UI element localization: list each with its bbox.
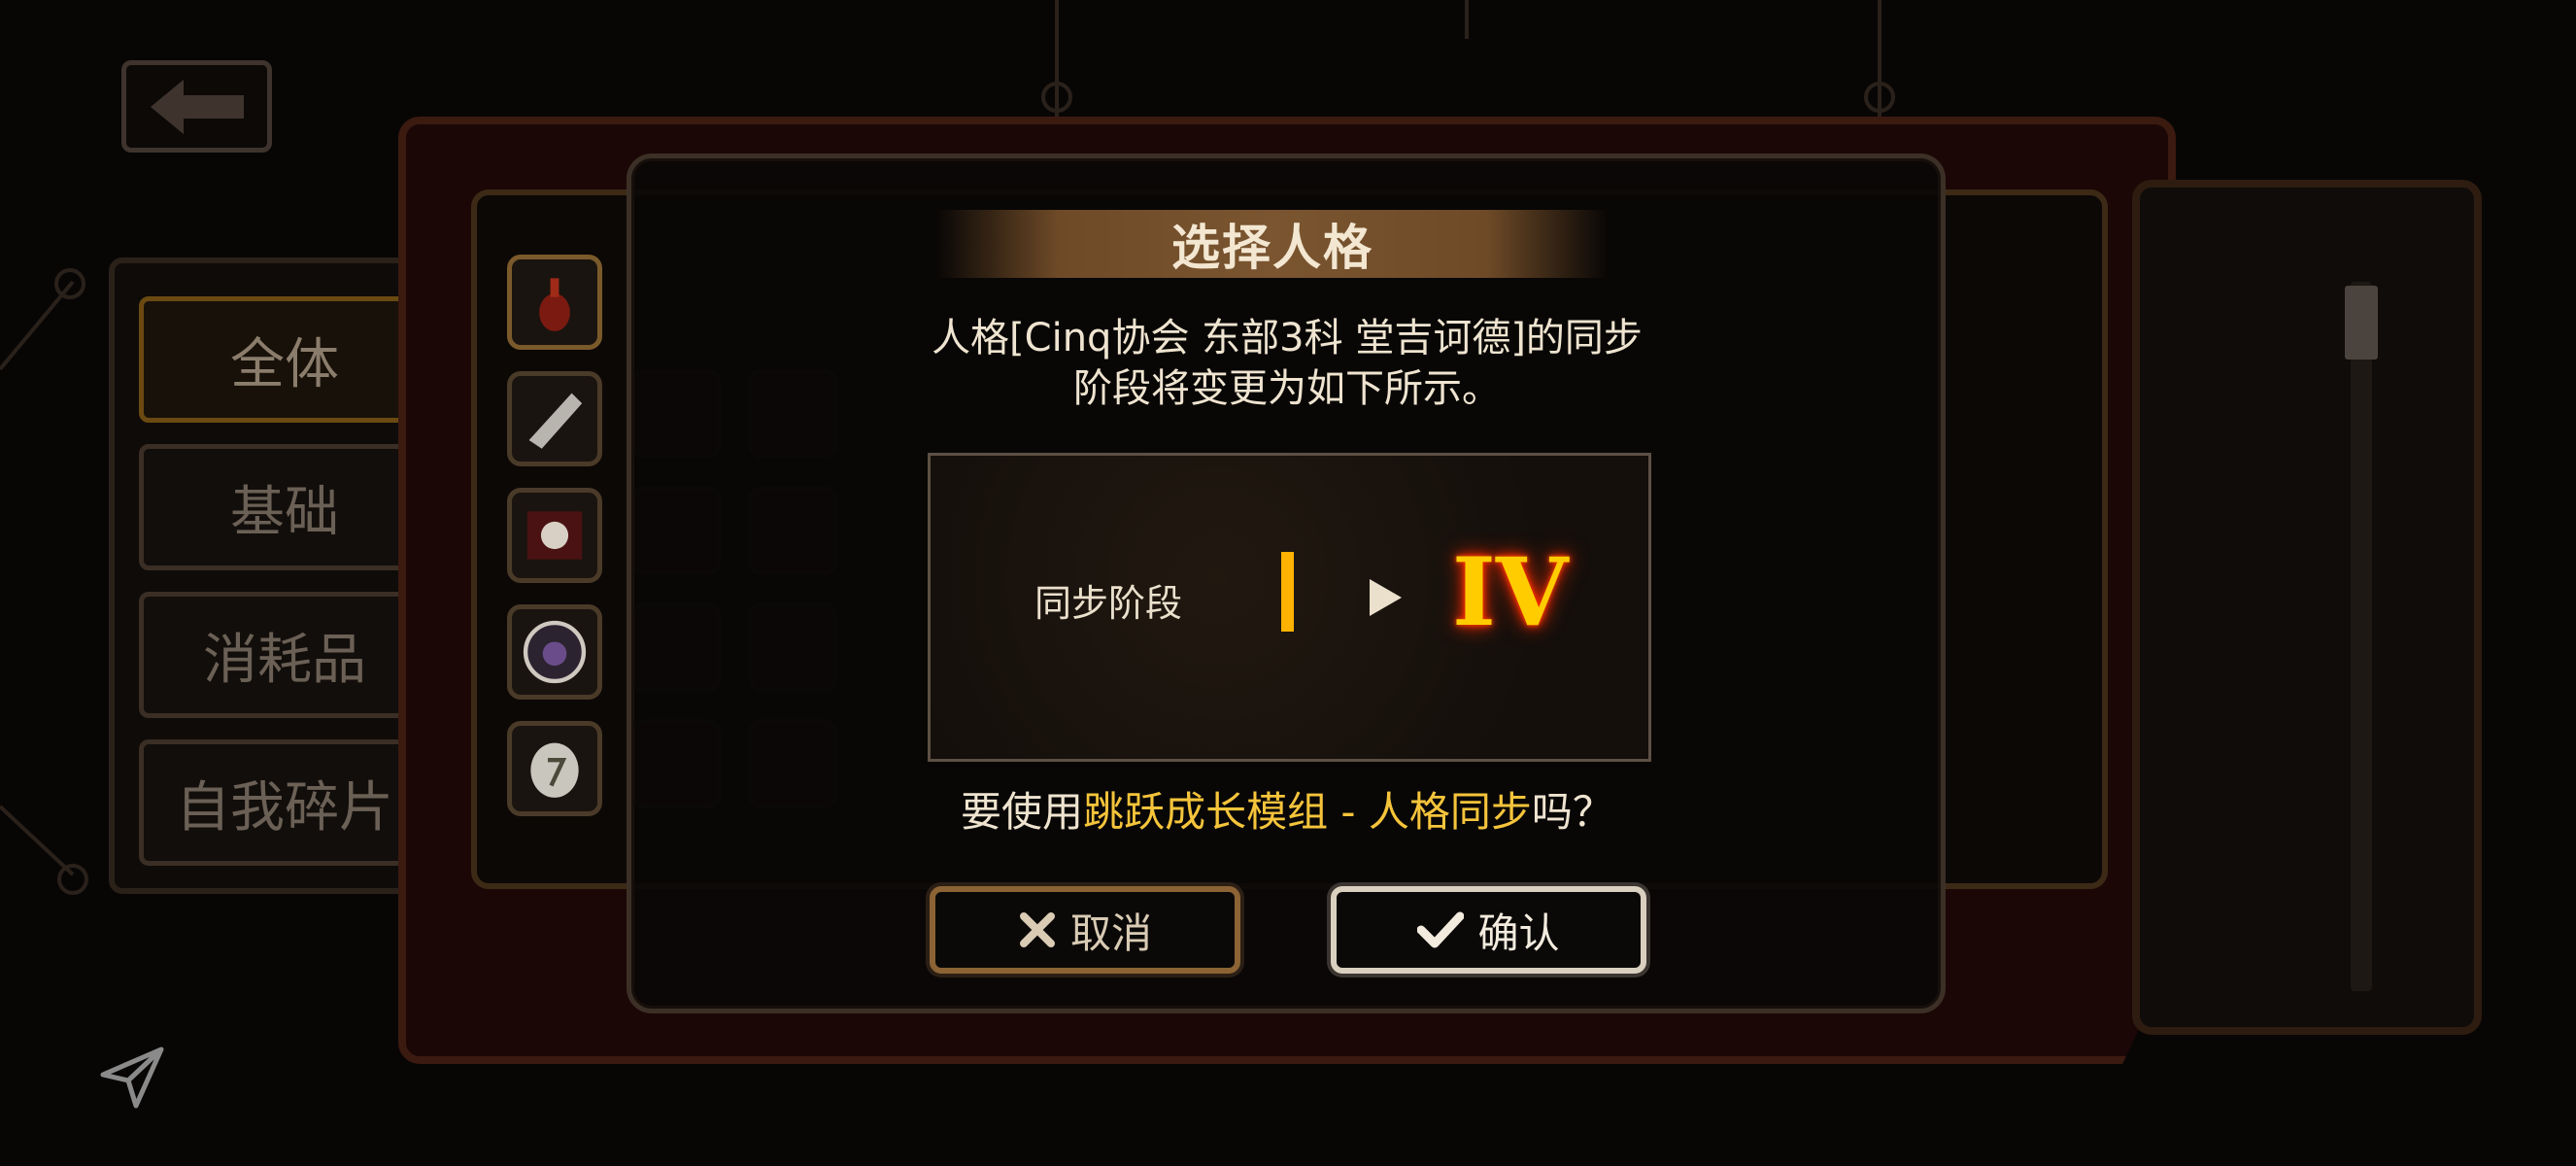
category-tab-consumables[interactable]: 消耗品 [139,592,430,718]
paper-scroll-icon [528,393,583,449]
item-slot-4[interactable] [507,604,602,700]
share-icon[interactable] [97,1042,167,1112]
scrollbar-track[interactable] [2351,282,2372,991]
back-button[interactable] [121,60,272,153]
description-line-1: 人格[Cinq协会 东部3科 堂吉诃德]的同步 [932,316,1643,360]
description-line-2: 阶段将变更为如下所示。 [1073,366,1501,411]
current-stage [1272,549,1302,634]
check-icon [1417,911,1465,948]
item-slot-3[interactable] [507,488,602,583]
category-tab-basic[interactable]: 基础 [139,444,430,570]
item-slot-1[interactable] [507,255,602,350]
cancel-label: 取消 [1069,909,1152,957]
dialog-description: 人格[Cinq协会 东部3科 堂吉诃德]的同步 阶段将变更为如下所示。 [826,313,1748,414]
confirm-label: 确认 [1477,909,1560,957]
category-tab-ego-shards[interactable]: 自我碎片 [139,739,430,866]
item-detail-panel [2132,180,2482,1035]
question-item-name: 跳跃成长模组 - 人格同步 [1083,788,1532,836]
new-stage: IV [1452,537,1569,647]
back-arrow-icon [150,79,244,134]
sync-stage-label: 同步阶段 [1034,582,1183,625]
cancel-button[interactable]: 取消 [930,886,1240,974]
confirm-button[interactable]: 确认 [1331,886,1646,974]
question-prefix: 要使用 [961,788,1084,836]
category-tab-all[interactable]: 全体 [139,296,430,423]
question-suffix: 吗？ [1531,788,1613,836]
arrow-right-icon [1370,579,1402,616]
emblem-icon [526,511,583,560]
item-slot-5[interactable] [507,721,602,816]
red-flask-icon [539,278,570,331]
round-seal-icon [523,620,587,684]
dialog-title: 选择人格 [1171,220,1373,276]
item-slot-2[interactable] [507,371,602,466]
stage-i-glyph [1280,552,1294,632]
confirm-question: 要使用跳跃成长模组 - 人格同步吗？ [826,779,1748,839]
scrollbar-thumb[interactable] [2345,286,2378,360]
egg-token-icon [530,742,579,798]
x-icon [1019,912,1055,947]
